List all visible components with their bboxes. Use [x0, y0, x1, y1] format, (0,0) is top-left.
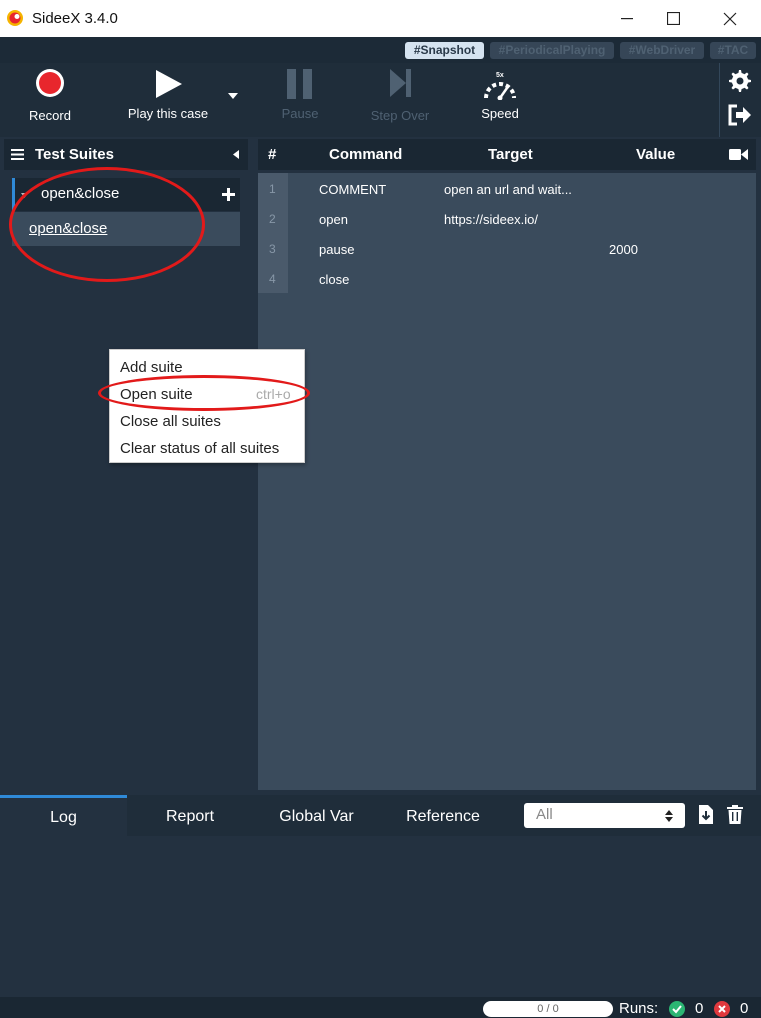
menu-item-label: Clear status of all suites: [120, 440, 280, 457]
record-icon: [36, 69, 64, 97]
tag-webdriver[interactable]: #WebDriver: [620, 42, 704, 59]
menu-item-shortcut: ctrl+o: [256, 386, 291, 402]
row-target: open an url and wait...: [444, 182, 572, 197]
row-target: https://sideex.io/: [444, 212, 538, 227]
progress-bar: 0 / 0: [483, 1001, 613, 1017]
minimize-button[interactable]: [604, 0, 650, 37]
close-icon: [723, 12, 737, 25]
speed-label: Speed: [481, 106, 519, 121]
close-window-button[interactable]: [707, 0, 753, 37]
log-panel: [0, 836, 761, 997]
window-title: SideeX 3.4.0: [32, 10, 118, 27]
bottom-tab-bar: Log Report Global Var Reference All: [0, 795, 761, 836]
column-header-target: Target: [488, 146, 533, 163]
suite-item[interactable]: open&close: [12, 178, 240, 211]
play-dropdown-chevron-icon[interactable]: [228, 93, 238, 99]
row-number: 4: [269, 272, 276, 286]
trash-icon[interactable]: [727, 805, 743, 824]
play-button[interactable]: Play this case: [118, 63, 218, 137]
sign-out-icon[interactable]: [728, 104, 752, 126]
row-command: open: [319, 212, 348, 227]
menu-item-label: Close all suites: [120, 413, 221, 430]
column-header-command: Command: [329, 146, 403, 163]
step-over-icon: [390, 69, 411, 97]
table-row[interactable]: 2 open https://sideex.io/: [258, 204, 756, 234]
row-number: 2: [269, 212, 276, 226]
row-command: COMMENT: [319, 182, 387, 197]
menu-item-label: Open suite: [120, 386, 193, 403]
play-icon: [156, 70, 182, 98]
column-header-value: Value: [636, 146, 676, 163]
main-toolbar: Record Play this case Pause Step Over 5x…: [0, 63, 761, 137]
add-case-plus-icon[interactable]: [222, 188, 235, 201]
fail-x-icon: [714, 1001, 730, 1017]
row-command: close: [319, 272, 350, 287]
feature-tag-bar: #Snapshot #PeriodicalPlaying #WebDriver …: [0, 37, 761, 63]
row-number: 3: [269, 242, 276, 256]
tab-log[interactable]: Log: [0, 795, 127, 836]
menu-item-add-suite[interactable]: Add suite: [110, 353, 304, 380]
tab-report[interactable]: Report: [127, 795, 253, 836]
table-row[interactable]: 4 close: [258, 264, 756, 294]
log-filter-select[interactable]: All: [524, 803, 685, 828]
maximize-button[interactable]: [650, 0, 696, 37]
menu-item-open-suite[interactable]: Open suite ctrl+o: [110, 380, 304, 407]
sideex-logo-icon: [7, 10, 23, 26]
failed-count: 0: [740, 1000, 749, 1017]
row-command: pause: [319, 242, 355, 257]
download-log-icon[interactable]: [699, 805, 713, 824]
suite-name: open&close: [41, 185, 120, 202]
passed-count: 0: [695, 1000, 704, 1017]
speed-button[interactable]: 5x Speed: [460, 63, 540, 137]
tag-snapshot[interactable]: #Snapshot: [405, 42, 484, 59]
test-case-item[interactable]: open&close: [12, 212, 240, 246]
record-button[interactable]: Record: [10, 63, 90, 137]
window-titlebar: SideeX 3.4.0: [0, 0, 761, 37]
record-label: Record: [29, 108, 71, 123]
column-header-num: #: [268, 146, 277, 163]
table-row[interactable]: 1 COMMENT open an url and wait...: [258, 174, 756, 204]
video-camera-icon[interactable]: [729, 148, 748, 161]
row-value: 2000: [609, 242, 638, 257]
tag-periodical-playing[interactable]: #PeriodicalPlaying: [490, 42, 614, 59]
pause-icon: [287, 69, 312, 99]
step-over-button[interactable]: Step Over: [360, 63, 440, 137]
play-label: Play this case: [127, 106, 209, 121]
right-toolbar: [719, 63, 761, 137]
runs-label: Runs:: [619, 1000, 659, 1017]
test-suites-header: Test Suites: [4, 139, 248, 170]
suite-expand-chevron-icon[interactable]: [21, 193, 28, 198]
table-row[interactable]: 3 pause 2000: [258, 234, 756, 264]
maximize-icon: [666, 12, 680, 25]
menu-item-clear-status[interactable]: Clear status of all suites: [110, 434, 304, 461]
step-over-label: Step Over: [370, 108, 430, 123]
test-case-name: open&close: [29, 220, 108, 237]
pass-check-icon: [669, 1001, 685, 1017]
tab-reference[interactable]: Reference: [380, 795, 506, 836]
minimize-icon: [621, 17, 633, 19]
pause-label: Pause: [281, 106, 319, 121]
pause-button[interactable]: Pause: [265, 63, 335, 137]
tag-tac[interactable]: #TAC: [710, 42, 756, 59]
tab-global-var[interactable]: Global Var: [253, 795, 380, 836]
log-filter-value: All: [536, 806, 553, 823]
select-arrows-icon: [665, 810, 673, 822]
menu-item-label: Add suite: [120, 359, 183, 376]
test-suites-title: Test Suites: [35, 146, 114, 163]
suite-context-menu: Add suite Open suite ctrl+o Close all su…: [109, 349, 305, 463]
hamburger-menu-icon[interactable]: [11, 149, 24, 160]
command-table-body: 1 COMMENT open an url and wait... 2 open…: [258, 173, 756, 790]
menu-item-close-all-suites[interactable]: Close all suites: [110, 407, 304, 434]
row-number: 1: [269, 182, 276, 196]
command-table-header: # Command Target Value: [258, 139, 756, 170]
speedometer-icon: [484, 82, 516, 100]
collapse-panel-chevron-icon[interactable]: [233, 150, 239, 159]
gear-icon[interactable]: [728, 69, 752, 93]
